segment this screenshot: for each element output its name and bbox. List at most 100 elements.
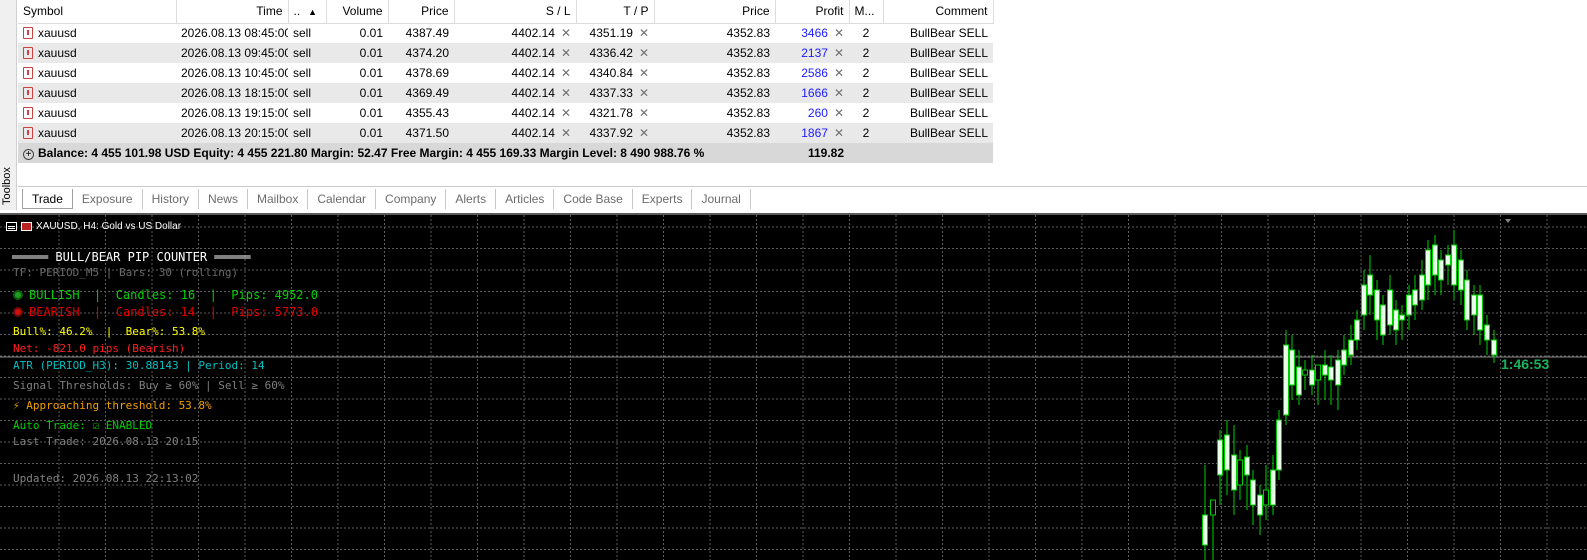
tab-articles[interactable]: Articles [496, 188, 555, 209]
account-summary: + Balance: 4 455 101.98 USD Equity: 4 455… [18, 143, 775, 163]
col-type[interactable]: .. ▲ [288, 0, 327, 24]
col-price[interactable]: Price [388, 0, 455, 24]
tab-mailbox[interactable]: Mailbox [248, 188, 309, 209]
col-profit[interactable]: Profit [775, 0, 850, 24]
pip-counter-panel: ═════ BULL/BEAR PIP COUNTER ═════ TF: PE… [12, 249, 318, 487]
order-doc-icon [23, 27, 33, 40]
candle-body-bull [1302, 369, 1308, 376]
tab-exposure[interactable]: Exposure [73, 188, 143, 209]
cell-current-price: 4352.83 [654, 123, 775, 143]
tab-company[interactable]: Company [376, 188, 447, 209]
cell-symbol: xauusd [18, 43, 176, 63]
candle-body-bear [1464, 279, 1470, 321]
table-row[interactable]: xauusd 2026.08.13 08:45:00 sell 0.01 4387.49… [18, 23, 993, 43]
close-position-icon[interactable]: ✕ [834, 106, 844, 120]
candle-body-bear [1458, 259, 1464, 291]
cell-symbol: xauusd [18, 103, 176, 123]
table-header: Symbol Time .. ▲ Volume Price S / L T / P… [18, 0, 994, 24]
tab-code-base[interactable]: Code Base [554, 188, 633, 209]
table-row[interactable]: xauusd 2026.08.13 18:15:00 sell 0.01 4369.49… [18, 83, 993, 103]
bar-countdown: 1:46:53 [1501, 356, 1550, 372]
close-position-icon[interactable]: ✕ [834, 26, 844, 40]
remove-tp-icon[interactable]: ✕ [639, 46, 649, 60]
period-separator-marker [1505, 219, 1511, 223]
cell-comment: BullBear SELL [883, 123, 993, 143]
remove-sl-icon[interactable]: ✕ [561, 86, 571, 100]
candle-body-bear [1451, 244, 1457, 286]
col-current-price[interactable]: Price [654, 0, 776, 24]
cell-magic: 2 [849, 83, 883, 103]
remove-sl-icon[interactable]: ✕ [561, 126, 571, 140]
expand-plus-icon[interactable]: + [23, 149, 34, 160]
chart-list-icon[interactable] [6, 222, 17, 231]
cell-comment: BullBear SELL [909, 106, 988, 120]
candle-body-bear [1432, 244, 1438, 276]
col-comment[interactable]: Comment [883, 0, 994, 24]
remove-tp-icon[interactable]: ✕ [639, 106, 649, 120]
candle-body-bear [1341, 349, 1347, 366]
tab-trade[interactable]: Trade [22, 188, 73, 209]
tab-news[interactable]: News [199, 188, 248, 209]
chart-title: XAUUSD, H4: Gold vs US Dollar [36, 221, 182, 232]
cell-type: sell [288, 43, 326, 63]
close-position-icon[interactable]: ✕ [834, 126, 844, 140]
tab-alerts[interactable]: Alerts [446, 188, 497, 209]
candle-body-bear [1224, 434, 1230, 471]
tab-journal[interactable]: Journal [692, 188, 751, 209]
price-chart[interactable]: XAUUSD, H4: Gold vs US Dollar ═════ BULL… [0, 213, 1587, 560]
candle-body-bear [1387, 289, 1393, 326]
col-sl[interactable]: S / L [454, 0, 577, 24]
cell-volume: 0.01 [359, 106, 383, 120]
table-row[interactable]: xauusd 2026.08.13 20:15:00 sell 0.01 4371.50… [18, 123, 993, 143]
candle-body-bear [1419, 274, 1425, 301]
candle-body-bear [1270, 469, 1276, 506]
col-symbol[interactable]: Symbol [18, 0, 177, 24]
table-row[interactable]: xauusd 2026.08.13 19:15:00 sell 0.01 4355.43… [18, 103, 993, 123]
remove-tp-icon[interactable]: ✕ [639, 66, 649, 80]
close-position-icon[interactable]: ✕ [834, 86, 844, 100]
close-position-icon[interactable]: ✕ [834, 66, 844, 80]
cell-current-price: 4352.83 [654, 83, 775, 103]
col-time[interactable]: Time [176, 0, 289, 24]
candle-body-bear [1276, 419, 1282, 471]
toolbox-label: Toolbox [1, 167, 13, 205]
cell-price: 4387.49 [405, 26, 449, 41]
cell-comment: BullBear SELL [883, 43, 993, 63]
tab-calendar[interactable]: Calendar [308, 188, 377, 209]
toolbox-side-tab[interactable]: Toolbox [0, 0, 17, 210]
col-volume[interactable]: Volume [326, 0, 389, 24]
col-magic[interactable]: M... [849, 0, 884, 24]
remove-sl-icon[interactable]: ✕ [561, 106, 571, 120]
cell-sl: 4402.14 ✕ [454, 83, 576, 103]
cell-time: 2026.08.13 18:15:00 [176, 83, 288, 103]
candle-body-bear [1438, 259, 1444, 281]
cell-profit: 2586 ✕ [801, 66, 844, 80]
cell-price: 4374.20 [388, 43, 454, 63]
candle-body-bull [1210, 499, 1216, 516]
remove-tp-icon[interactable]: ✕ [639, 86, 649, 100]
remove-sl-icon[interactable]: ✕ [561, 66, 571, 80]
cell-sl: 4402.14 ✕ [511, 106, 571, 120]
cell-price: 4371.50 [388, 123, 454, 143]
table-row[interactable]: xauusd 2026.08.13 10:45:00 sell 0.01 4378.69… [18, 63, 993, 83]
gold-flag-icon [21, 222, 32, 231]
cell-profit: 260 ✕ [807, 106, 844, 120]
panel-bullish: BULLISH | Candles: 16 | Pips: 4952.0 [13, 287, 318, 304]
cell-profit: 2137 ✕ [775, 43, 849, 63]
cell-price: 4378.69 [405, 66, 449, 80]
cell-sl: 4402.14 ✕ [511, 66, 571, 80]
tab-experts[interactable]: Experts [633, 188, 693, 209]
close-position-icon[interactable]: ✕ [834, 46, 844, 60]
col-tp[interactable]: T / P [576, 0, 655, 24]
tab-history[interactable]: History [143, 188, 199, 209]
cell-time: 2026.08.13 10:45:00 [181, 66, 288, 80]
cell-current-price: 4352.83 [726, 26, 770, 41]
cell-tp: 4340.84 ✕ [589, 66, 649, 80]
remove-tp-icon[interactable]: ✕ [639, 126, 649, 140]
cell-tp: 4351.19 ✕ [589, 26, 649, 41]
table-row[interactable]: xauusd 2026.08.13 09:45:00 sell 0.01 4374.20… [18, 43, 993, 63]
remove-sl-icon[interactable]: ✕ [561, 46, 571, 60]
remove-tp-icon[interactable]: ✕ [639, 26, 649, 40]
cell-symbol: xauusd [18, 63, 176, 83]
remove-sl-icon[interactable]: ✕ [561, 26, 571, 40]
